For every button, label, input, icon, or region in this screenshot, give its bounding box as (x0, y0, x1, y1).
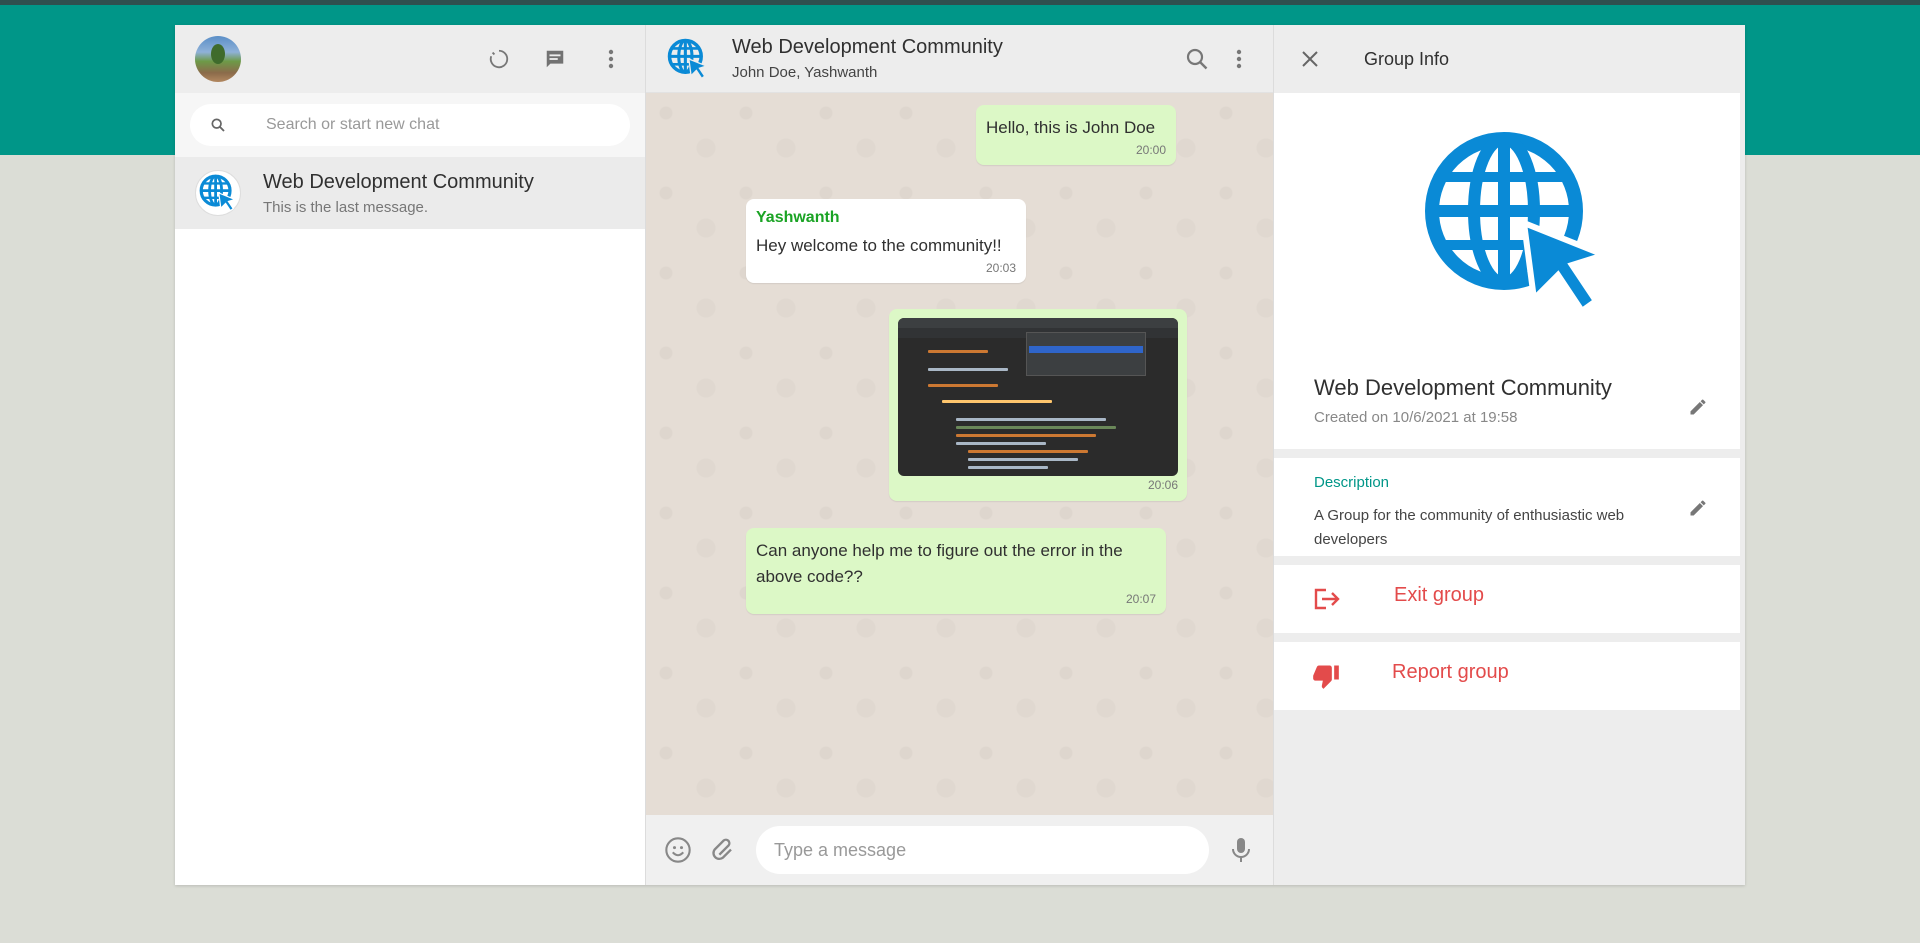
message-composer (646, 815, 1273, 885)
new-chat-icon[interactable] (541, 45, 569, 73)
group-description-card: Description A Group for the community of… (1274, 458, 1740, 556)
group-avatar[interactable] (1416, 123, 1616, 328)
message-time: 20:07 (1125, 592, 1156, 606)
chat-last-message: This is the last message. (263, 198, 429, 216)
group-info-title: Group Info (1364, 48, 1450, 69)
close-icon[interactable] (1296, 45, 1324, 73)
search-messages-icon[interactable] (1183, 45, 1211, 73)
edit-name-icon[interactable] (1684, 393, 1712, 421)
chat-header-avatar[interactable] (666, 37, 710, 81)
report-group-button[interactable]: Report group (1274, 642, 1740, 710)
report-group-label: Report group (1392, 660, 1509, 683)
thumbs-down-icon (1313, 665, 1339, 689)
message-outgoing[interactable]: Can anyone help me to figure out the err… (746, 528, 1166, 614)
group-info-header: Group Info (1274, 25, 1745, 93)
group-created-date: Created on 10/6/2021 at 19:58 (1314, 409, 1518, 426)
message-list[interactable]: Hello, this is John Doe 20:00 Yashwanth … (646, 93, 1273, 815)
message-text: Can anyone help me to figure out the err… (756, 541, 1123, 586)
message-time: 20:06 (1147, 478, 1178, 492)
chat-list-item[interactable]: Web Development Community This is the la… (175, 157, 645, 229)
exit-group-label: Exit group (1394, 583, 1485, 606)
message-incoming[interactable]: Yashwanth Hey welcome to the community!!… (746, 199, 1026, 283)
message-text: Hello, this is John Doe (986, 118, 1156, 137)
menu-dots-icon[interactable] (597, 45, 625, 73)
message-text: Hey welcome to the community!! (756, 236, 1002, 255)
exit-group-button[interactable]: Exit group (1274, 565, 1740, 633)
description-text: A Group for the community of enthusiasti… (1314, 507, 1625, 548)
message-input[interactable] (756, 826, 1209, 874)
chat-participants: John Doe, Yashwanth (732, 64, 878, 81)
user-avatar[interactable] (195, 36, 241, 82)
search-icon (211, 118, 225, 132)
chat-header[interactable]: Web Development Community John Doe, Yash… (646, 25, 1273, 93)
chat-title: Web Development Community (732, 36, 1003, 58)
search-input[interactable] (266, 116, 610, 134)
group-name: Web Development Community (1314, 375, 1612, 400)
globe-cursor-icon (1425, 132, 1613, 316)
exit-icon (1314, 588, 1340, 610)
chat-pane: Web Development Community John Doe, Yash… (646, 25, 1274, 885)
message-time: 20:03 (985, 261, 1016, 275)
code-screenshot-image[interactable] (898, 318, 1178, 476)
globe-cursor-icon (199, 174, 237, 212)
message-time: 20:00 (1135, 143, 1166, 157)
attach-icon[interactable] (710, 836, 738, 864)
message-outgoing[interactable]: Hello, this is John Doe 20:00 (976, 105, 1176, 165)
status-icon[interactable] (485, 45, 513, 73)
group-profile-card: Web Development Community Created on 10/… (1274, 93, 1740, 449)
chat-name: Web Development Community (263, 170, 534, 193)
app-window: Web Development Community This is the la… (175, 25, 1745, 885)
search-container (175, 93, 645, 157)
emoji-icon[interactable] (664, 836, 692, 864)
edit-description-icon[interactable] (1684, 494, 1712, 522)
sidebar: Web Development Community This is the la… (175, 25, 646, 885)
microphone-icon[interactable] (1227, 836, 1255, 864)
chat-menu-dots-icon[interactable] (1225, 45, 1253, 73)
message-sender: Yashwanth (756, 209, 840, 226)
search-box (190, 104, 630, 146)
chat-avatar (195, 170, 241, 216)
message-outgoing-image[interactable]: 20:06 (889, 309, 1187, 501)
description-label: Description (1314, 474, 1390, 491)
sidebar-header (175, 25, 645, 93)
group-info-panel: Group Info Web Development Community Cre… (1274, 25, 1745, 885)
globe-cursor-icon (667, 38, 709, 79)
